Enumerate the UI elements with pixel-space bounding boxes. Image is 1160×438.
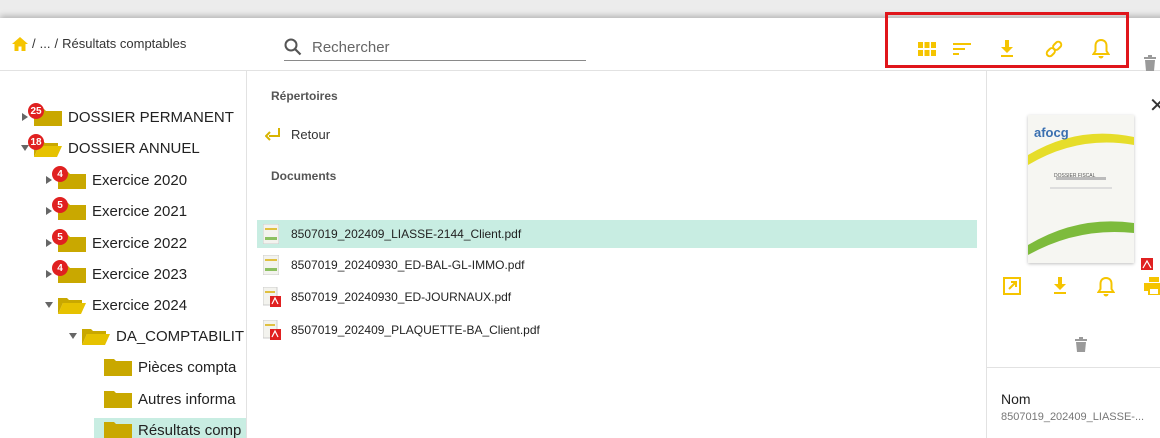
directories-header: Répertoires	[271, 89, 338, 103]
document-row[interactable]: 8507019_20240930_ED-BAL-GL-IMMO.pdf	[257, 251, 977, 279]
folder-icon: 5	[58, 202, 86, 220]
count-badge: 4	[52, 166, 68, 182]
search-icon	[284, 38, 302, 56]
tree-item[interactable]: DA_COMPTABILIT	[68, 324, 244, 348]
breadcrumb-separator: /	[32, 36, 36, 51]
document-preview[interactable]: afocg DOSSIER FISCAL	[1028, 115, 1134, 263]
expand-down-icon[interactable]	[68, 333, 78, 339]
tree-item[interactable]: 5 Exercice 2021	[44, 199, 187, 223]
count-badge: 5	[52, 197, 68, 213]
documents-header: Documents	[271, 169, 336, 183]
tree-item-label: Exercice 2024	[92, 297, 187, 314]
home-icon[interactable]	[12, 37, 28, 51]
count-badge: 18	[28, 134, 44, 150]
expand-down-icon[interactable]	[44, 302, 54, 308]
pdf-badge-icon	[1141, 257, 1153, 275]
tree-item-label: Autres informa	[138, 391, 236, 408]
document-row[interactable]: 8507019_202409_LIASSE-2144_Client.pdf	[257, 220, 977, 248]
folder-tree: 25DOSSIER PERMANENT18DOSSIER ANNUEL4Exer…	[0, 71, 247, 438]
back-button[interactable]: Retour	[265, 127, 330, 142]
count-badge: 4	[52, 260, 68, 276]
bell-icon[interactable]	[1097, 277, 1115, 302]
open-external-icon[interactable]	[1003, 277, 1021, 300]
tree-item[interactable]: 4 Exercice 2023	[44, 262, 187, 286]
trash-icon[interactable]	[1075, 337, 1087, 357]
folder-open-icon	[58, 296, 86, 314]
back-label: Retour	[291, 127, 330, 142]
tree-item-label: Exercice 2022	[92, 235, 187, 252]
preview-logo: afocg	[1034, 125, 1069, 140]
return-arrow-icon	[265, 128, 281, 142]
folder-icon: 4	[58, 171, 86, 189]
tree-item[interactable]: 25 DOSSIER PERMANENT	[20, 105, 234, 129]
tree-item[interactable]: Pièces compta	[100, 355, 236, 379]
preview-doc-title: DOSSIER FISCAL	[1054, 173, 1095, 179]
folder-open-icon	[82, 327, 110, 345]
tree-item-label: DOSSIER PERMANENT	[68, 109, 234, 126]
document-name: 8507019_20240930_ED-BAL-GL-IMMO.pdf	[291, 258, 524, 272]
search-input[interactable]	[312, 39, 572, 56]
folder-icon: 25	[34, 108, 62, 126]
count-badge: 5	[52, 229, 68, 245]
count-badge: 25	[28, 103, 44, 119]
folder-open-icon: 18	[34, 139, 62, 157]
folder-icon: 4	[58, 265, 86, 283]
breadcrumb-ellipsis[interactable]: ...	[40, 36, 51, 51]
document-row[interactable]: 8507019_202409_PLAQUETTE-BA_Client.pdf	[257, 316, 977, 344]
tree-item-label: Exercice 2021	[92, 203, 187, 220]
tree-item[interactable]: 4 Exercice 2020	[44, 168, 187, 192]
tree-item-label: Exercice 2023	[92, 266, 187, 283]
tree-item[interactable]: 18 DOSSIER ANNUEL	[20, 136, 200, 160]
tree-item-label: Pièces compta	[138, 359, 236, 376]
document-name: 8507019_202409_PLAQUETTE-BA_Client.pdf	[291, 323, 540, 337]
folder-icon	[104, 390, 132, 408]
document-row[interactable]: 8507019_20240930_ED-JOURNAUX.pdf	[257, 283, 977, 311]
folder-icon	[104, 358, 132, 376]
search-box	[284, 34, 586, 61]
document-name: 8507019_20240930_ED-JOURNAUX.pdf	[291, 290, 511, 304]
breadcrumb-separator: /	[54, 36, 58, 51]
file-thumbnail-icon	[263, 255, 281, 275]
tree-item[interactable]: Résultats comp	[94, 418, 247, 438]
name-label: Nom	[1001, 391, 1031, 407]
tree-item[interactable]: 5 Exercice 2022	[44, 231, 187, 255]
breadcrumb-current: Résultats comptables	[62, 36, 186, 51]
document-name: 8507019_202409_LIASSE-2144_Client.pdf	[291, 227, 521, 241]
app-window: / ... / Résultats comptables 25 DOSSIER P…	[0, 18, 1160, 438]
download-icon[interactable]	[1053, 277, 1067, 300]
tree-item[interactable]: Autres informa	[100, 387, 236, 411]
tree-item-label: Résultats comp	[138, 422, 241, 438]
pdf-file-icon	[263, 320, 281, 340]
tree-item-label: Exercice 2020	[92, 172, 187, 189]
tree-item[interactable]: Exercice 2024	[44, 293, 187, 317]
close-icon[interactable]: ✕	[1149, 93, 1160, 118]
name-value: 8507019_202409_LIASSE-...	[1001, 411, 1144, 423]
pdf-file-icon	[263, 287, 281, 307]
folder-icon	[104, 421, 132, 438]
file-thumbnail-icon	[263, 224, 281, 244]
file-list-panel: Répertoires Retour Documents 8507019_202…	[247, 71, 985, 438]
folder-icon: 5	[58, 234, 86, 252]
tree-item-label: DA_COMPTABILIT	[116, 328, 244, 345]
toolbar-highlight-box	[885, 12, 1129, 68]
tree-item-label: DOSSIER ANNUEL	[68, 140, 200, 157]
breadcrumb: / ... / Résultats comptables	[12, 36, 186, 51]
print-icon[interactable]	[1144, 277, 1160, 300]
divider	[987, 367, 1160, 368]
preview-panel: ✕ afocg DOSSIER FISCAL	[986, 71, 1160, 438]
